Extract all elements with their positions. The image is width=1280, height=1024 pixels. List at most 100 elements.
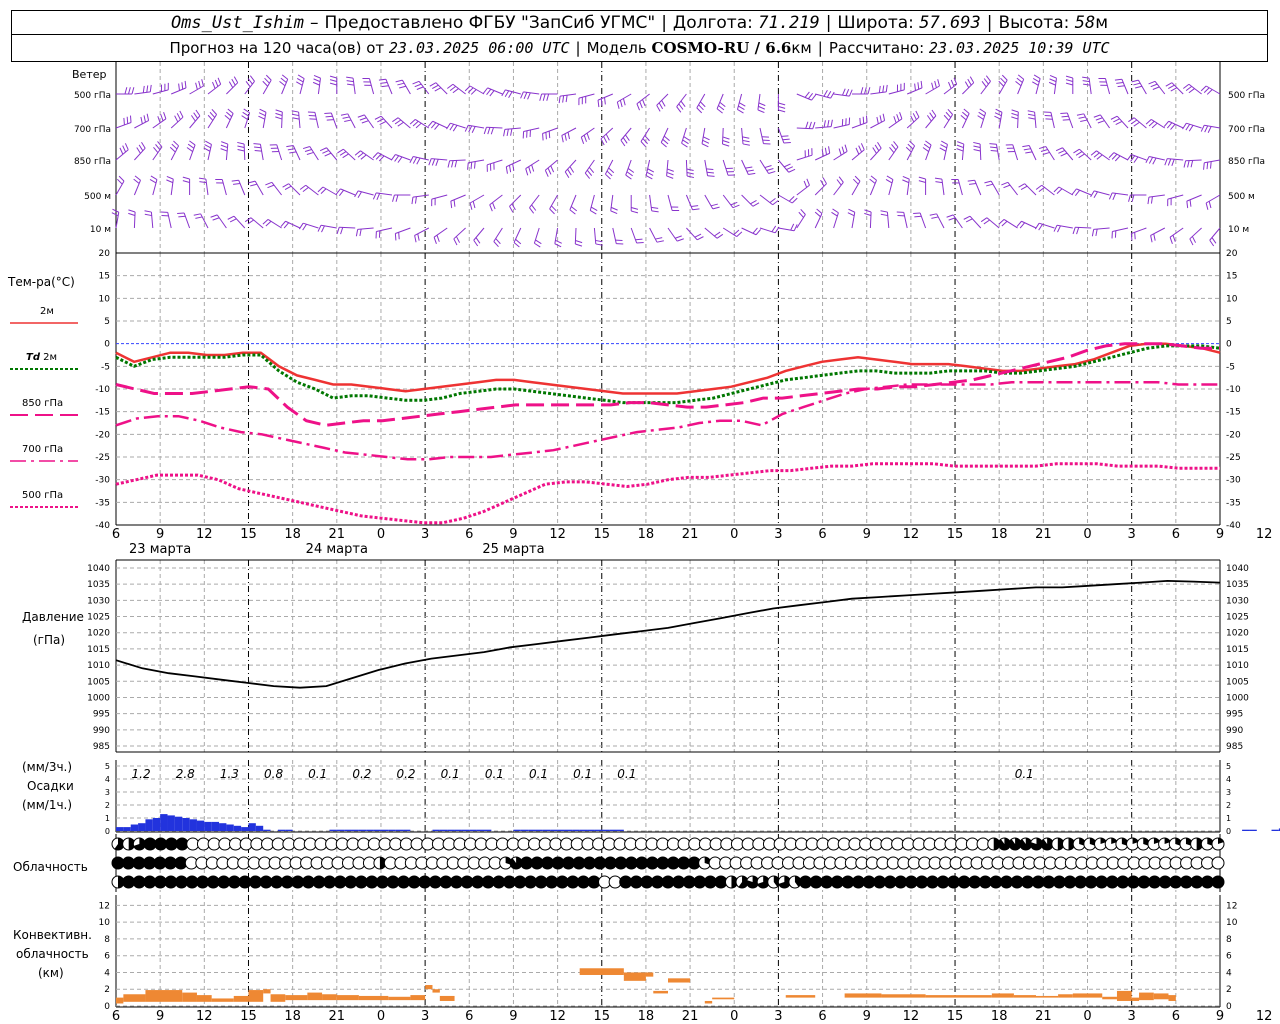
x-tick-label-bottom: 0 [1083, 1009, 1091, 1024]
wind-barb-flag [1062, 119, 1070, 121]
wind-barb-flag [392, 117, 399, 123]
pressure-tick-left: 1000 [87, 693, 110, 703]
conv-bar [410, 995, 426, 1001]
wind-barb [584, 159, 595, 179]
wind-barb-flag [656, 240, 664, 243]
wind-barb-flag [655, 237, 663, 240]
wind-barb [759, 194, 779, 206]
conv-bar [196, 995, 212, 1002]
temp-tick-left: -25 [95, 453, 110, 463]
wind-barb-flag [1133, 82, 1141, 86]
wind-barb-staff [578, 93, 595, 99]
precip-bar [542, 829, 551, 831]
precip-tick-left: 4 [105, 775, 110, 784]
wind-barb-flag [783, 141, 791, 144]
wind-barb-staff [1112, 192, 1129, 196]
wind-barb-flag [1191, 236, 1197, 243]
wind-barb-flag [1097, 120, 1105, 124]
wind-barb-flag [963, 108, 970, 114]
wind-barb-flag [651, 210, 659, 213]
wind-barb [464, 85, 485, 95]
wind-barb-flag [931, 82, 934, 90]
wind-barb-flag [140, 116, 143, 124]
wind-barb [482, 87, 503, 97]
wind-barb-staff [851, 180, 861, 196]
wind-barb-flag [416, 157, 421, 165]
wind-barb [757, 93, 766, 114]
wind-barb-staff [604, 159, 614, 175]
conv-bar [623, 972, 646, 981]
x-tick-label-top: 18 [284, 527, 301, 542]
precip-tick-left: 3 [105, 788, 110, 797]
wind-barb-flag [823, 90, 828, 97]
wind-barb-staff [990, 180, 1000, 196]
wind-barb-flag [1080, 119, 1088, 122]
wind-barb-flag [931, 109, 937, 117]
x-tick-label-top: 12 [1256, 527, 1273, 542]
wind-barb-staff [686, 227, 698, 241]
precip-bar [152, 818, 161, 831]
pressure-tick-left: 985 [93, 742, 110, 752]
pressure-tick-right: 1035 [1226, 580, 1249, 590]
wind-barb-staff [271, 182, 282, 196]
wind-barb [716, 93, 726, 114]
wind-barb-staff [1167, 158, 1184, 161]
precip-bar [174, 816, 183, 831]
wind-barb [1203, 159, 1221, 170]
wind-barb-flag [569, 209, 576, 215]
wind-barb-flag [588, 167, 595, 174]
wind-barb-flag [1001, 220, 1008, 227]
wind-barb-staff [1171, 82, 1184, 95]
wind-barb-flag [329, 79, 337, 83]
wind-barb-flag [605, 133, 610, 141]
wind-barb-flag [605, 173, 611, 180]
wind-barb [649, 227, 664, 243]
precip-tick-left: 5 [105, 762, 110, 771]
precip-bar [123, 827, 131, 831]
wind-barb [317, 186, 338, 196]
conv-tick-right: 4 [1226, 968, 1232, 978]
wind-barb [1163, 120, 1184, 130]
wind-barb [977, 108, 987, 129]
wind-barb-flag [1211, 237, 1217, 244]
wind-barb-flag [431, 158, 436, 166]
wind-barb-flag [1091, 229, 1095, 237]
wind-barb-flag [823, 120, 826, 128]
wind-barb-flag [508, 91, 513, 98]
wind-barb-flag [838, 176, 844, 183]
wind-barb [501, 89, 521, 98]
wind-barb-flag [326, 119, 334, 121]
wind-barb [796, 148, 813, 161]
wind-barb-flag [209, 111, 216, 118]
conv-bar [881, 994, 926, 998]
wind-barb [701, 127, 710, 148]
pressure-tick-left: 1015 [87, 645, 110, 655]
wind-barb [660, 127, 670, 148]
wind-barb-flag [455, 236, 461, 243]
wind-barb-flag [282, 183, 289, 188]
wind-barb-flag [298, 222, 304, 230]
wind-barb-flag [275, 112, 283, 117]
wind-barb-flag [755, 229, 762, 236]
wind-barb-flag [338, 189, 345, 197]
wind-barb-flag [696, 236, 704, 241]
wind-barb [962, 76, 975, 95]
x-tick-label-bottom: 18 [991, 1009, 1008, 1024]
wind-barb-flag [245, 80, 251, 88]
x-tick-label-bottom: 21 [329, 1009, 346, 1024]
wind-barb-staff [560, 93, 577, 97]
wind-barb [922, 140, 932, 161]
wind-barb-flag [1000, 77, 1006, 84]
wind-barb-flag [864, 212, 872, 217]
precip-bar [447, 829, 455, 831]
wind-barb-flag [179, 110, 184, 118]
wind-barb-flag [865, 115, 868, 123]
x-tick-label-bottom: 3 [774, 1009, 782, 1024]
wind-barb-flag [914, 215, 922, 218]
wind-barb-staff [305, 184, 319, 196]
wind-barb-staff [851, 149, 865, 161]
wind-barb-flag [394, 233, 397, 241]
wind-barb-staff [1121, 79, 1129, 95]
wind-barb-flag [447, 160, 451, 168]
pressure-tick-left: 1010 [87, 661, 110, 671]
